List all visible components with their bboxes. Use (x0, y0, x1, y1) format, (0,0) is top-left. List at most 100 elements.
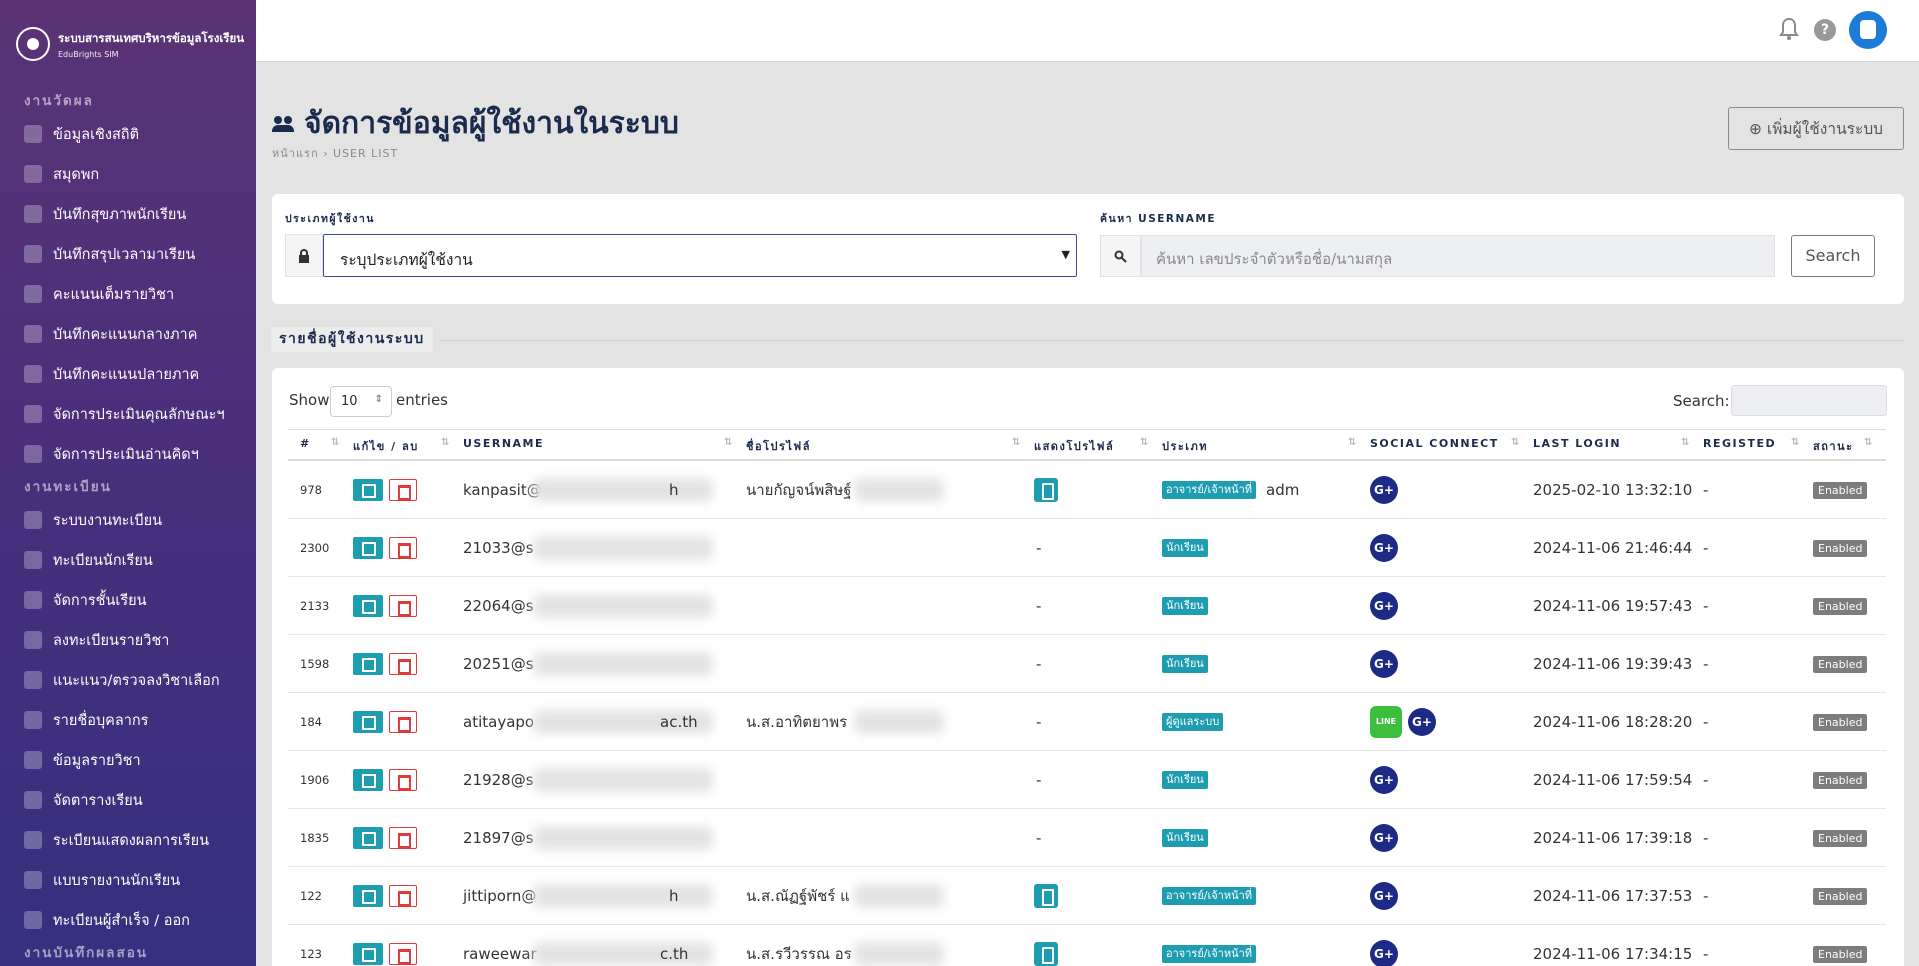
edit-icon[interactable] (353, 594, 383, 617)
type-badge: นักเรียน (1162, 770, 1208, 789)
brand-subtitle: EduBrights SIM (58, 49, 119, 59)
sidebar-item[interactable]: จัดการชั้นเรียน (0, 580, 256, 620)
edit-icon[interactable] (353, 652, 383, 675)
col-type-header[interactable]: ประเภท ⇅ (1162, 437, 1356, 455)
sidebar-item[interactable]: สมุดพก (0, 154, 256, 194)
brand[interactable]: ระบบสารสนเทศบริหารข้อมูลโรงเรียน EduBrig… (0, 0, 256, 88)
edit-icon[interactable] (353, 768, 383, 791)
col-show-profile-header[interactable]: แสดงโปรไฟล์ ⇅ (1034, 437, 1148, 455)
profile-card-icon[interactable] (1034, 477, 1058, 502)
profile-card-icon[interactable] (1034, 941, 1058, 966)
sidebar-item[interactable]: บันทึกสรุปเวลามาเรียน (0, 234, 256, 274)
sidebar-item[interactable]: ทะเบียนนักเรียน (0, 540, 256, 580)
search-icon (1100, 235, 1141, 277)
sidebar-item[interactable]: ระบบงานทะเบียน (0, 500, 256, 540)
sidebar-item[interactable]: จัดการประเมินอ่านคิดฯ (0, 434, 256, 474)
sidebar-item[interactable]: รายชื่อบุคลากร (0, 700, 256, 740)
last-login: 2024-11-06 17:34:15 (1533, 944, 1693, 963)
profile-name: น.ส.รวีวรรณ อร (746, 944, 852, 963)
entries-select[interactable]: 10 (330, 386, 392, 417)
trash-icon[interactable] (389, 652, 417, 675)
trash-icon[interactable] (389, 536, 417, 559)
trash-icon[interactable] (389, 826, 417, 849)
search-input[interactable]: ค้นหา เลขประจำตัวหรือชื่อ/นามสกุล (1141, 235, 1775, 277)
sidebar-item[interactable]: จัดการประเมินคุณลักษณะฯ (0, 394, 256, 434)
search-button[interactable]: Search (1791, 235, 1875, 277)
profile-name: นายกัญจน์พสิษฐ์ (746, 480, 852, 499)
sidebar-item[interactable]: ลงทะเบียนรายวิชา (0, 620, 256, 660)
profile-card-icon[interactable] (1034, 883, 1058, 908)
col-registed-header[interactable]: REGISTED ⇅ (1703, 437, 1799, 450)
sidebar-item[interactable]: บันทึกสุขภาพนักเรียน (0, 194, 256, 234)
google-plus-icon[interactable]: G+ (1370, 765, 1398, 794)
google-plus-icon[interactable]: G+ (1370, 881, 1398, 910)
trash-icon[interactable] (389, 478, 417, 501)
menu-item-icon (24, 405, 42, 423)
sort-icon: ⇅ (1140, 437, 1150, 448)
sidebar-item[interactable]: แนะแนว/ตรวจลงวิชาเลือก (0, 660, 256, 700)
user-avatar[interactable] (1849, 11, 1887, 49)
trash-icon[interactable] (389, 594, 417, 617)
sidebar-nav: งานวัดผล ข้อมูลเชิงสถิติ สมุดพก บันทึกสุขภา… (0, 88, 256, 966)
google-plus-icon[interactable]: G+ (1370, 649, 1398, 678)
sidebar-item-label: บันทึกสุขภาพนักเรียน (53, 206, 187, 223)
col-social-connect-header[interactable]: SOCIAL CONNECT ⇅ (1370, 437, 1519, 450)
username-suffix: c.th (660, 944, 689, 963)
registed: - (1703, 828, 1709, 847)
username-prefix: 21033@s (463, 538, 534, 557)
trash-icon[interactable] (389, 710, 417, 733)
help-icon[interactable]: ? (1814, 19, 1836, 41)
sidebar-item-label: จัดการประเมินอ่านคิดฯ (53, 446, 199, 463)
sidebar-item-label: รายชื่อบุคลากร (53, 712, 149, 729)
sidebar-item[interactable]: ข้อมูลรายวิชา (0, 740, 256, 780)
edit-icon[interactable] (353, 826, 383, 849)
page-title-text: จัดการข้อมูลผู้ใช้งานในระบบ (304, 106, 679, 141)
menu-item-icon (24, 245, 42, 263)
sidebar-item-label: บันทึกคะแนนปลายภาค (53, 366, 200, 383)
username-prefix: 22064@s (463, 596, 534, 615)
sidebar-item-label: คะแนนเต็มรายวิชา (53, 286, 175, 303)
edit-icon[interactable] (353, 478, 383, 501)
col-status-header[interactable]: สถานะ ⇅ (1813, 437, 1872, 455)
menu-item-icon (24, 445, 42, 463)
google-plus-icon[interactable]: G+ (1408, 707, 1436, 736)
registed: - (1703, 654, 1709, 673)
trash-icon[interactable] (389, 884, 417, 907)
trash-icon[interactable] (389, 942, 417, 965)
table-search-input[interactable] (1731, 385, 1887, 416)
col-username-header[interactable]: USERNAME ⇅ (463, 437, 732, 450)
line-icon[interactable]: LINE (1370, 705, 1402, 738)
bell-icon[interactable] (1779, 17, 1799, 41)
sidebar-item[interactable]: แบบรายงานนักเรียน (0, 860, 256, 900)
col-edit-delete-header[interactable]: แก้ไข / ลบ ⇅ (353, 437, 449, 455)
last-login: 2024-11-06 18:28:20 (1533, 712, 1693, 731)
sidebar-item-label: จัดการประเมินคุณลักษณะฯ (53, 406, 225, 423)
sidebar-item[interactable]: คะแนนเต็มรายวิชา (0, 274, 256, 314)
username-suffix: h (669, 480, 679, 499)
google-plus-icon[interactable]: G+ (1370, 823, 1398, 852)
google-plus-icon[interactable]: G+ (1370, 533, 1398, 562)
col-last-login-header[interactable]: LAST LOGIN ⇅ (1533, 437, 1689, 450)
edit-icon[interactable] (353, 884, 383, 907)
sidebar-item[interactable]: ทะเบียนผู้สำเร็จ / ออก (0, 900, 256, 940)
col-id-header[interactable]: # ⇅ (300, 437, 339, 450)
google-plus-icon[interactable]: G+ (1370, 475, 1398, 504)
google-plus-icon[interactable]: G+ (1370, 939, 1398, 966)
user-type-select[interactable]: ระบุประเภทผู้ใช้งาน ▼ (323, 234, 1077, 277)
sidebar-item[interactable]: ข้อมูลเชิงสถิติ (0, 114, 256, 154)
sidebar-item[interactable]: บันทึกคะแนนปลายภาค (0, 354, 256, 394)
breadcrumb-home[interactable]: หน้าแรก (272, 147, 319, 160)
sidebar-item[interactable]: บันทึกคะแนนกลางภาค (0, 314, 256, 354)
edit-icon[interactable] (353, 942, 383, 965)
sidebar-item[interactable]: ระเบียนแสดงผลการเรียน (0, 820, 256, 860)
add-user-button[interactable]: ⊕ เพิ่มผู้ใช้งานระบบ (1728, 107, 1904, 150)
username-prefix: 21928@s (463, 770, 534, 789)
trash-icon[interactable] (389, 768, 417, 791)
edit-icon[interactable] (353, 710, 383, 733)
col-profile-name-header[interactable]: ชื่อโปรไฟล์ ⇅ (746, 437, 1020, 455)
google-plus-icon[interactable]: G+ (1370, 591, 1398, 620)
edit-icon[interactable] (353, 536, 383, 559)
sidebar-item[interactable]: จัดตารางเรียน (0, 780, 256, 820)
status-badge: Enabled (1813, 829, 1868, 847)
column-header-label: # (300, 437, 311, 450)
